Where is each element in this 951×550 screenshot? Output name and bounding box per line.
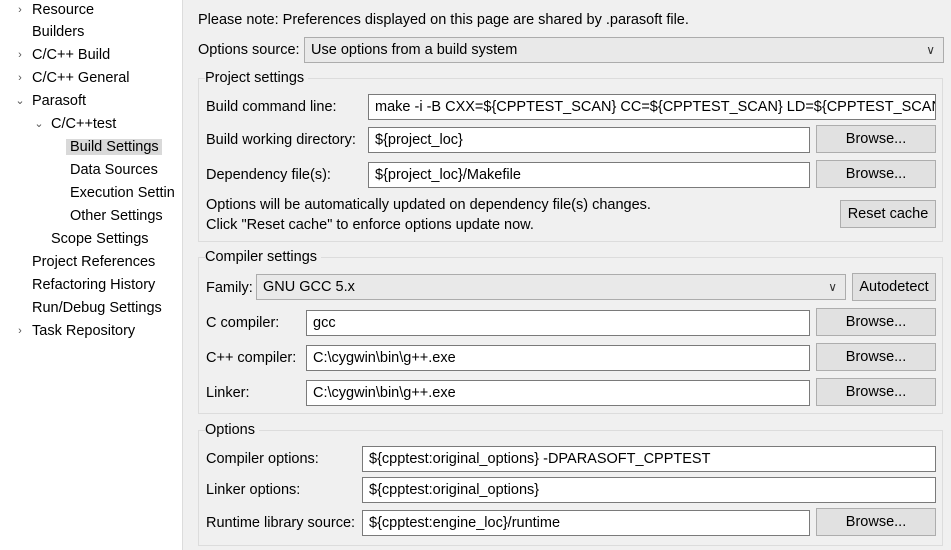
linker-input[interactable]: C:\cygwin\bin\g++.exe — [306, 380, 810, 406]
tree-item-refactoring-history[interactable]: Refactoring History — [32, 275, 155, 297]
tree-item-builders[interactable]: Builders — [32, 22, 84, 44]
tree-item-cpptest[interactable]: ⌄ C/C++test — [33, 114, 116, 136]
runtime-library-browse-button[interactable]: Browse... — [816, 508, 936, 536]
tree-item-resource[interactable]: › Resource — [14, 0, 94, 22]
compiler-settings-title: Compiler settings — [205, 248, 322, 266]
runtime-library-input[interactable]: ${cpptest:engine_loc}/runtime — [362, 510, 810, 536]
c-compiler-label: C compiler: — [206, 315, 280, 331]
compiler-options-input[interactable]: ${cpptest:original_options} -DPARASOFT_C… — [362, 446, 936, 472]
c-compiler-browse-button[interactable]: Browse... — [816, 308, 936, 336]
linker-options-label: Linker options: — [206, 482, 301, 498]
chevron-down-icon: ∨ — [828, 280, 837, 294]
tree-item-other-settings[interactable]: Other Settings — [70, 206, 163, 228]
chevron-right-icon[interactable]: › — [14, 68, 26, 88]
tree-item-parasoft[interactable]: ⌄ Parasoft — [14, 91, 86, 113]
tree-item-execution-settings[interactable]: Execution Settin — [70, 183, 175, 205]
family-label: Family: — [206, 280, 253, 296]
dependency-file-browse-button[interactable]: Browse... — [816, 160, 936, 188]
cpp-compiler-label: C++ compiler: — [206, 350, 297, 366]
tree-item-data-sources[interactable]: Data Sources — [70, 160, 158, 182]
working-dir-input[interactable]: ${project_loc} — [368, 127, 810, 153]
tree-item-task-repository[interactable]: › Task Repository — [14, 321, 135, 343]
linker-browse-button[interactable]: Browse... — [816, 378, 936, 406]
chevron-right-icon[interactable]: › — [14, 321, 26, 341]
preferences-tree: › Resource Builders › C/C++ Build › C/C+… — [0, 0, 183, 550]
tree-item-cpp-build[interactable]: › C/C++ Build — [14, 45, 110, 67]
auto-update-info-line2: Click "Reset cache" to enforce options u… — [206, 217, 534, 233]
project-settings-title: Project settings — [205, 69, 309, 87]
shared-preferences-note: Please note: Preferences displayed on th… — [198, 12, 689, 28]
tree-item-project-references[interactable]: Project References — [32, 252, 155, 274]
tree-item-scope-settings[interactable]: Scope Settings — [51, 229, 149, 251]
options-title: Options — [205, 421, 259, 439]
build-settings-panel: Please note: Preferences displayed on th… — [190, 0, 951, 550]
tree-item-run-debug-settings[interactable]: Run/Debug Settings — [32, 298, 162, 320]
chevron-down-icon: ∨ — [926, 43, 935, 57]
c-compiler-input[interactable]: gcc — [306, 310, 810, 336]
dependency-file-label: Dependency file(s): — [206, 167, 331, 183]
linker-options-input[interactable]: ${cpptest:original_options} — [362, 477, 936, 503]
dependency-file-input[interactable]: ${project_loc}/Makefile — [368, 162, 810, 188]
linker-label: Linker: — [206, 385, 250, 401]
tree-item-build-settings[interactable]: Build Settings — [66, 137, 162, 159]
build-command-label: Build command line: — [206, 99, 337, 115]
chevron-right-icon[interactable]: › — [14, 0, 26, 20]
chevron-right-icon[interactable]: › — [14, 45, 26, 65]
cpp-compiler-browse-button[interactable]: Browse... — [816, 343, 936, 371]
auto-update-info-line1: Options will be automatically updated on… — [206, 197, 651, 213]
tree-item-cpp-general[interactable]: › C/C++ General — [14, 68, 129, 90]
options-source-label: Options source: — [198, 42, 300, 58]
cpp-compiler-input[interactable]: C:\cygwin\bin\g++.exe — [306, 345, 810, 371]
reset-cache-button[interactable]: Reset cache — [840, 200, 936, 228]
working-dir-browse-button[interactable]: Browse... — [816, 125, 936, 153]
compiler-family-select[interactable]: GNU GCC 5.x ∨ — [256, 274, 846, 300]
options-source-select[interactable]: Use options from a build system ∨ — [304, 37, 944, 63]
autodetect-button[interactable]: Autodetect — [852, 273, 936, 301]
compiler-options-label: Compiler options: — [206, 451, 319, 467]
runtime-library-label: Runtime library source: — [206, 515, 356, 531]
chevron-down-icon[interactable]: ⌄ — [33, 114, 45, 134]
working-dir-label: Build working directory: — [206, 132, 356, 148]
chevron-down-icon[interactable]: ⌄ — [14, 91, 26, 111]
build-command-input[interactable]: make -i -B CXX=${CPPTEST_SCAN} CC=${CPPT… — [368, 94, 936, 120]
